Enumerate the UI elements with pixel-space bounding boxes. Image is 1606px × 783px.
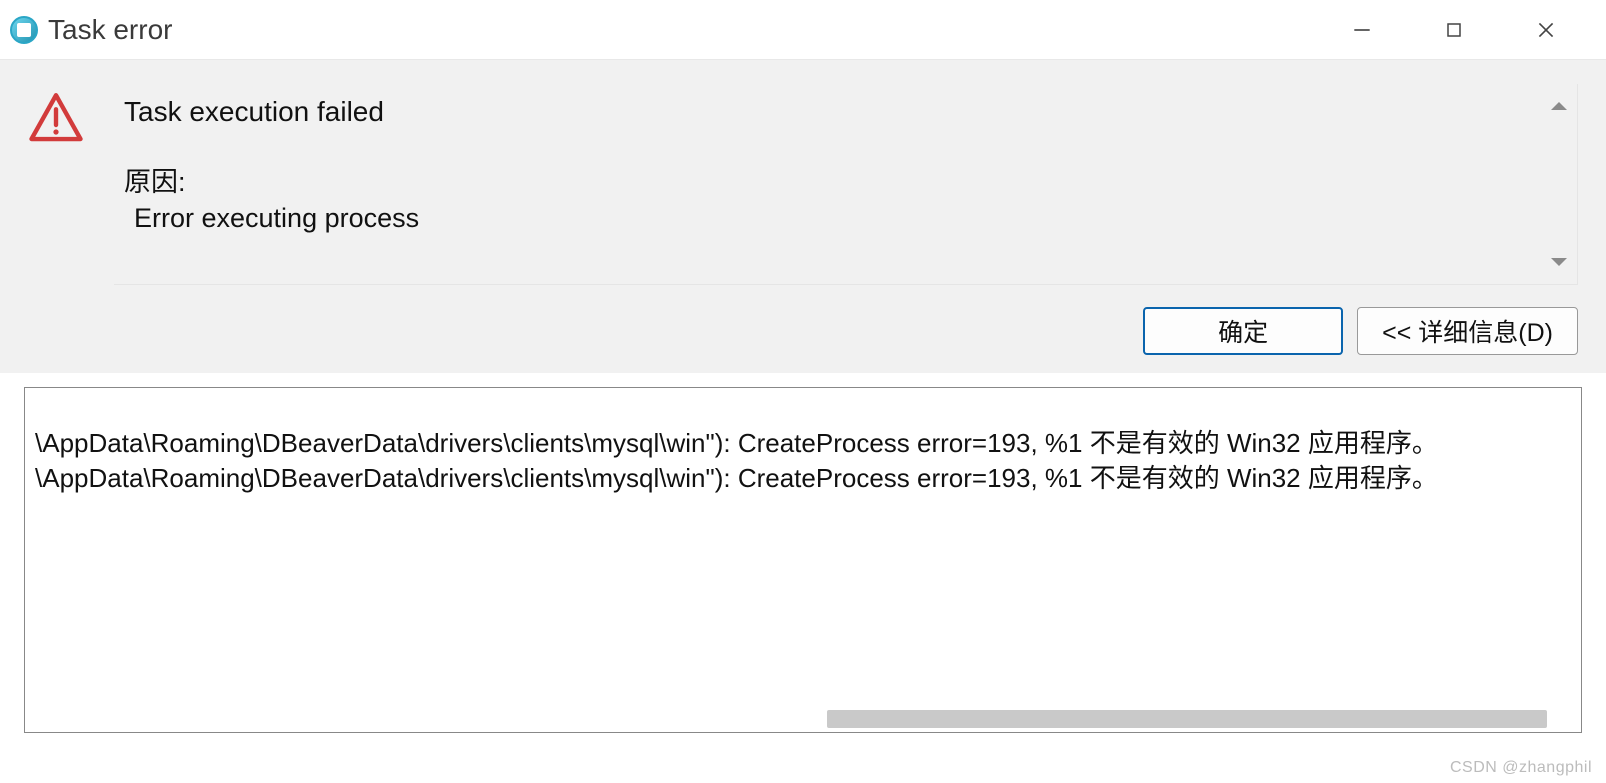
close-button[interactable]	[1526, 10, 1566, 50]
minimize-button[interactable]	[1342, 10, 1382, 50]
details-panel: \AppData\Roaming\DBeaverData\drivers\cli…	[24, 387, 1582, 733]
titlebar: Task error	[0, 0, 1606, 60]
details-line: \AppData\Roaming\DBeaverData\drivers\cli…	[35, 426, 1571, 461]
warning-icon	[28, 90, 84, 151]
scroll-up-icon[interactable]	[1551, 102, 1567, 110]
message-box: Task execution failed 原因: Error executin…	[114, 84, 1578, 285]
watermark: CSDN @zhangphil	[1450, 759, 1592, 777]
scroll-down-icon[interactable]	[1551, 258, 1567, 266]
window-title: Task error	[48, 14, 172, 46]
details-text: \AppData\Roaming\DBeaverData\drivers\cli…	[25, 388, 1581, 506]
app-icon	[10, 16, 38, 44]
maximize-button[interactable]	[1434, 10, 1474, 50]
ok-button[interactable]: 确定	[1143, 307, 1343, 355]
message-area: Task execution failed 原因: Error executin…	[0, 60, 1606, 293]
reason-text: Error executing process	[124, 203, 1557, 234]
details-line: \AppData\Roaming\DBeaverData\drivers\cli…	[35, 461, 1571, 496]
button-row: 确定 << 详细信息(D)	[0, 293, 1606, 373]
details-button[interactable]: << 详细信息(D)	[1357, 307, 1578, 355]
window-controls	[1342, 10, 1596, 50]
horizontal-scrollbar-thumb[interactable]	[827, 710, 1547, 728]
message-heading: Task execution failed	[124, 96, 1557, 128]
reason-label: 原因:	[124, 160, 1557, 199]
horizontal-scrollbar-track[interactable]	[29, 710, 1577, 728]
